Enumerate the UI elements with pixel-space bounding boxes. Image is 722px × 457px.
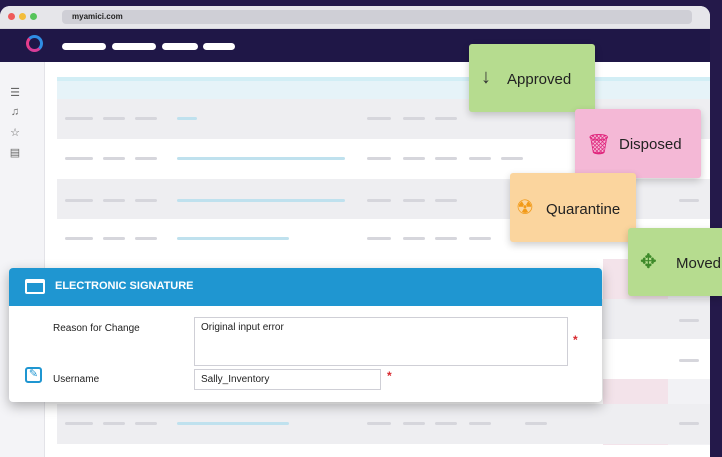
document-icon[interactable]: ▤ (8, 146, 22, 159)
required-marker: * (387, 369, 392, 383)
address-bar[interactable]: myamici.com (62, 10, 692, 24)
edit-icon: ✎ (25, 367, 42, 383)
status-card-disposed[interactable]: 🗑 Disposed (575, 109, 701, 178)
dialog-title: ELECTRONIC SIGNATURE (55, 280, 194, 292)
down-arrow-icon: ↓ (481, 66, 491, 88)
window-icon (25, 279, 45, 294)
nav-item-placeholder[interactable] (112, 43, 156, 50)
maximize-window-button[interactable] (30, 13, 37, 20)
username-label: Username (53, 374, 100, 385)
status-card-moved[interactable]: ✥ Moved (628, 228, 722, 296)
reason-for-change-field[interactable]: Original input error (194, 317, 568, 366)
browser-toolbar: myamici.com (0, 6, 710, 29)
status-label: Disposed (619, 136, 682, 153)
nav-item-placeholder[interactable] (203, 43, 235, 50)
status-label: Moved (676, 255, 722, 272)
radiation-icon: ☢ (516, 197, 534, 219)
table-row[interactable] (57, 404, 710, 444)
nav-item-placeholder[interactable] (62, 43, 106, 50)
dialog-header: ELECTRONIC SIGNATURE (9, 268, 602, 306)
minimize-window-button[interactable] (19, 13, 26, 20)
bell-icon[interactable]: ♫ (8, 106, 22, 118)
status-card-quarantine[interactable]: ☢ Quarantine (510, 173, 636, 242)
trash-icon: 🗑 (586, 134, 612, 156)
status-card-approved[interactable]: ↓ Approved (469, 44, 595, 112)
required-marker: * (573, 333, 578, 347)
close-window-button[interactable] (8, 13, 15, 20)
table-header (57, 77, 710, 101)
app-header (0, 29, 710, 62)
status-label: Quarantine (546, 201, 621, 218)
myamici-logo[interactable] (26, 35, 43, 52)
username-field[interactable]: Sally_Inventory (194, 369, 381, 390)
status-label: Approved (507, 71, 572, 88)
star-icon[interactable]: ☆ (8, 126, 22, 139)
move-arrows-icon: ✥ (640, 251, 657, 273)
electronic-signature-dialog: ELECTRONIC SIGNATURE Reason for Change O… (9, 268, 602, 402)
list-icon[interactable]: ☰ (8, 86, 22, 99)
reason-label: Reason for Change (53, 323, 140, 334)
nav-item-placeholder[interactable] (162, 43, 198, 50)
